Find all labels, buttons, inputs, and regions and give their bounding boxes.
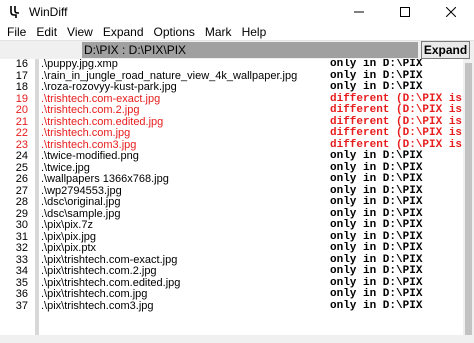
file-name: .\pix\trishtech.com3.jpg — [41, 299, 154, 312]
window-title: WinDiff — [29, 5, 68, 19]
list-item[interactable]: 30 .\pix\pix.7z only in D:\PIX — [0, 219, 463, 232]
maximize-icon[interactable] — [382, 0, 428, 24]
file-name: .\trishtech.com.2.jpg — [41, 104, 140, 116]
list-item[interactable]: 22 .\trishtech.com.jpg different (D:\PIX i… — [0, 127, 463, 140]
compare-status: different (D:\PIX is m — [330, 104, 463, 116]
menu-bar: File Edit View Expand Options Mark Help — [0, 24, 474, 40]
compare-status: only in D:\PIX — [330, 265, 423, 277]
line-number: 37 — [15, 299, 28, 312]
windiff-icon[interactable] — [7, 4, 23, 20]
line-number: 30 — [15, 219, 28, 231]
file-name: .\puppy.jpg.xmp — [41, 59, 118, 70]
minimize-icon[interactable] — [336, 0, 382, 24]
line-number: 20 — [15, 104, 28, 116]
list-item[interactable]: 36 .\pix\trishtech.com.jpg only in D:\PIX — [0, 288, 463, 301]
file-name: .\pix\pix.ptx — [41, 242, 97, 254]
file-name: .\pix\pix.7z — [41, 219, 93, 231]
menu-file[interactable]: File — [0, 24, 31, 40]
file-name: .\dsc\original.jpg — [41, 196, 121, 208]
compare-status: only in D:\PIX — [330, 219, 423, 231]
compare-status: only in D:\PIX — [330, 242, 423, 254]
file-list[interactable]: 16 .\puppy.jpg.xmp only in D:\PIX 17 .\rain_… — [0, 59, 463, 335]
file-name: .\twice-modified.png — [41, 150, 139, 162]
scrollbar-thumb[interactable] — [465, 63, 472, 335]
line-number: 26 — [15, 173, 28, 185]
menu-options[interactable]: Options — [149, 24, 200, 40]
line-number: 18 — [15, 81, 28, 93]
close-icon[interactable] — [428, 0, 474, 24]
compare-status: only in D:\PIX — [330, 299, 423, 312]
line-number: 24 — [15, 150, 28, 162]
line-number: 28 — [15, 196, 28, 208]
compare-status: only in D:\PIX — [330, 196, 423, 208]
vertical-scrollbar[interactable] — [463, 59, 474, 343]
window-controls — [336, 0, 474, 24]
list-item[interactable]: 18 .\roza-rozovyy-kust-park.jpg only in D:… — [0, 81, 463, 94]
menu-edit[interactable]: Edit — [31, 24, 62, 40]
list-item[interactable]: 34 .\pix\trishtech.com.2.jpg only in D:\PI… — [0, 265, 463, 278]
list-item[interactable]: 32 .\pix\pix.ptx only in D:\PIX — [0, 242, 463, 255]
file-name: .\wallpapers 1366x768.jpg — [41, 173, 169, 185]
file-name: .\trishtech.com.jpg — [41, 127, 131, 139]
line-number: 34 — [15, 265, 28, 277]
expand-button[interactable]: Expand — [421, 41, 470, 59]
compare-status: only in D:\PIX — [330, 59, 423, 70]
title-bar: WinDiff — [0, 0, 474, 24]
list-item[interactable]: 37 .\pix\trishtech.com3.jpg only in D:\PIX — [0, 299, 463, 313]
line-number: 16 — [15, 59, 28, 70]
file-name: .\pix\trishtech.com.2.jpg — [41, 265, 157, 277]
compare-status: only in D:\PIX — [330, 81, 423, 93]
line-number: 22 — [15, 127, 28, 139]
compare-status: only in D:\PIX — [330, 288, 423, 300]
toolbar: D:\PIX : D:\PIX\PIX Expand — [0, 40, 474, 60]
menu-mark[interactable]: Mark — [200, 24, 237, 40]
compare-status: only in D:\PIX — [330, 150, 423, 162]
horizontal-scrollbar[interactable] — [0, 335, 463, 343]
menu-help[interactable]: Help — [237, 24, 272, 40]
list-item[interactable]: 20 .\trishtech.com.2.jpg different (D:\PIX… — [0, 104, 463, 117]
menu-view[interactable]: View — [62, 24, 98, 40]
list-item[interactable]: 16 .\puppy.jpg.xmp only in D:\PIX — [0, 59, 463, 71]
compare-status: different (D:\PIX is m — [330, 127, 463, 139]
line-number: 36 — [15, 288, 28, 300]
list-item[interactable]: 24 .\twice-modified.png only in D:\PIX — [0, 150, 463, 163]
line-number: 32 — [15, 242, 28, 254]
file-name: .\pix\trishtech.com.jpg — [41, 288, 148, 300]
file-name: .\roza-rozovyy-kust-park.jpg — [41, 81, 177, 93]
list-item[interactable]: 28 .\dsc\original.jpg only in D:\PIX — [0, 196, 463, 209]
compare-paths: D:\PIX : D:\PIX\PIX — [82, 42, 418, 58]
menu-expand[interactable]: Expand — [98, 24, 149, 40]
list-item[interactable]: 26 .\wallpapers 1366x768.jpg only in D:\PI… — [0, 173, 463, 186]
compare-status: only in D:\PIX — [330, 173, 423, 185]
